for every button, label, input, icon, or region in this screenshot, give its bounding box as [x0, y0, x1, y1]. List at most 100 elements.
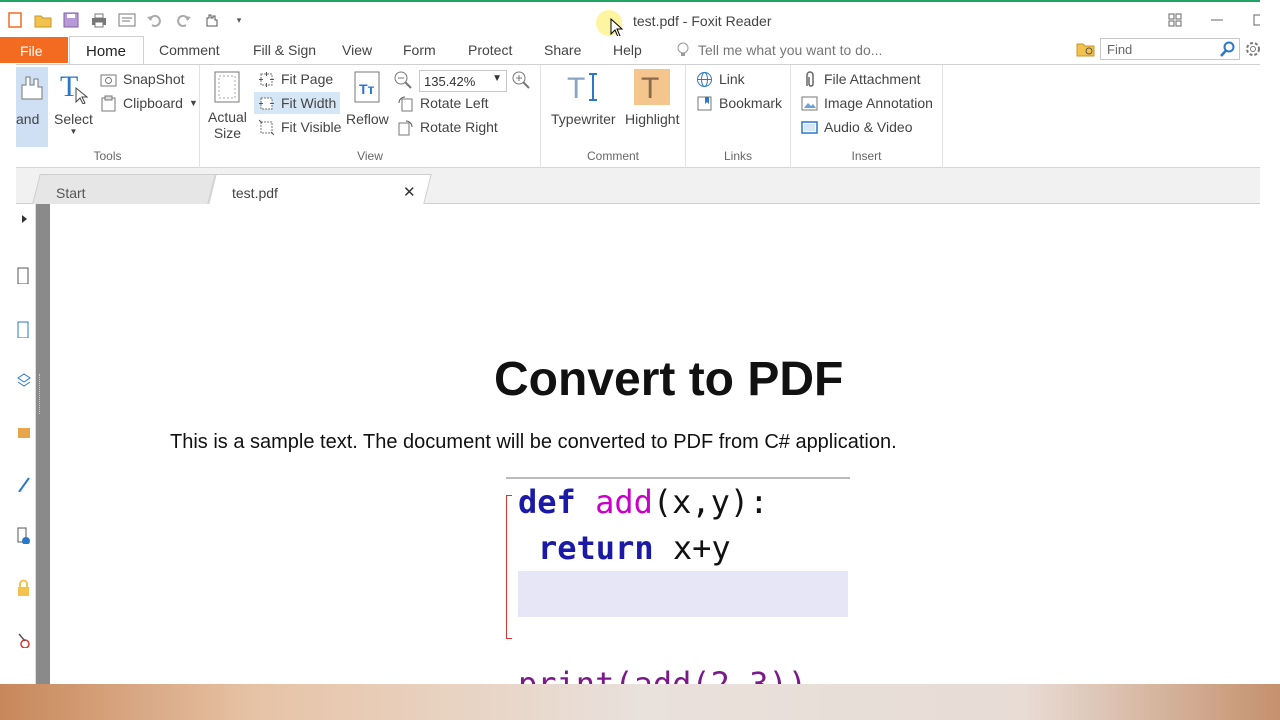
- code-fold-marker: [506, 495, 512, 639]
- zoom-level-select[interactable]: 135.42% ▼: [419, 70, 507, 92]
- file-attachment-button[interactable]: File Attachment: [797, 68, 925, 90]
- links-group: Link Bookmark Links: [686, 65, 791, 169]
- tab-start[interactable]: Start: [32, 174, 216, 204]
- redo-icon[interactable]: [172, 10, 194, 30]
- tab-fill-sign[interactable]: Fill & Sign: [253, 42, 316, 58]
- search-icon[interactable]: [1220, 41, 1236, 57]
- minimize-button[interactable]: [1196, 8, 1238, 32]
- zoom-out-icon[interactable]: [393, 70, 413, 90]
- insert-group-label: Insert: [851, 149, 882, 163]
- expand-panel-icon[interactable]: [17, 212, 31, 230]
- customize-toolbar-icon[interactable]: ▾: [228, 10, 250, 30]
- bookmark-button[interactable]: Bookmark: [692, 92, 786, 114]
- fit-width-button[interactable]: Fit Width: [254, 92, 341, 114]
- tab-share[interactable]: Share: [544, 42, 581, 58]
- rotate-left-button[interactable]: Rotate Left: [393, 92, 493, 114]
- splitter-grip[interactable]: [39, 374, 41, 414]
- rotate-left-label: Rotate Left: [420, 95, 489, 111]
- highlight-button[interactable]: T Highlight: [625, 69, 679, 127]
- file-attachment-label: File Attachment: [824, 71, 921, 87]
- code-function-add: add: [595, 483, 653, 521]
- find-placeholder: Find: [1107, 42, 1133, 57]
- fit-width-label: Fit Width: [281, 95, 337, 111]
- close-tab-icon[interactable]: ✕: [403, 183, 416, 201]
- security-panel-icon[interactable]: [17, 578, 31, 596]
- fit-visible-button[interactable]: Fit Visible: [254, 116, 345, 138]
- attachments-panel-icon[interactable]: [17, 422, 31, 440]
- code-line-3: print(add(2,3)): [518, 665, 807, 684]
- paperclip-icon: [806, 70, 814, 87]
- clipboard-icon: [101, 95, 116, 111]
- panel-splitter[interactable]: [36, 204, 50, 684]
- comments-panel-icon[interactable]: [17, 474, 31, 492]
- hand-tool-quick-icon[interactable]: [200, 10, 222, 30]
- document-page[interactable]: Convert to PDF This is a sample text. Th…: [50, 204, 1260, 684]
- find-folder-icon[interactable]: [1076, 40, 1096, 58]
- view-group-label: View: [357, 149, 383, 163]
- tab-home[interactable]: Home: [69, 36, 144, 65]
- tab-test-pdf[interactable]: test.pdf: [208, 174, 432, 204]
- lightbulb-icon: [677, 42, 689, 56]
- page-thumbnails-icon[interactable]: [17, 266, 31, 284]
- title-bar: ▾ test.pdf - Foxit Reader: [0, 0, 1280, 38]
- tab-protect[interactable]: Protect: [468, 42, 512, 58]
- view-group: Actual Size Fit Page Fit Width Fit Visib…: [200, 65, 541, 169]
- snapshot-button[interactable]: SnapShot: [96, 68, 189, 90]
- select-button[interactable]: T Select ▼: [54, 69, 93, 136]
- comment-group-label: Comment: [586, 149, 639, 163]
- video-icon: [801, 120, 818, 134]
- save-icon[interactable]: [60, 10, 82, 30]
- highlight-icon: T: [641, 72, 659, 104]
- fit-visible-icon: [258, 119, 275, 135]
- tab-comment[interactable]: Comment: [159, 42, 220, 58]
- code-keyword-def: def: [518, 483, 576, 521]
- audio-video-button[interactable]: Audio & Video: [797, 116, 916, 138]
- layers-panel-icon[interactable]: [17, 370, 31, 388]
- fit-page-label: Fit Page: [281, 71, 334, 87]
- fit-page-button[interactable]: Fit Page: [254, 68, 337, 90]
- rotate-right-icon: [398, 120, 413, 135]
- fit-page-icon: [259, 71, 274, 87]
- left-edge: [0, 64, 16, 684]
- quick-access-toolbar: ▾: [4, 10, 250, 30]
- find-input[interactable]: Find: [1100, 38, 1240, 60]
- window-title: test.pdf - Foxit Reader: [633, 13, 772, 29]
- tab-form[interactable]: Form: [403, 42, 436, 58]
- select-dropdown-icon: ▼: [69, 127, 78, 136]
- actual-size-button[interactable]: Actual Size: [208, 69, 247, 141]
- rotate-right-button[interactable]: Rotate Right: [393, 116, 502, 138]
- image-annotation-button[interactable]: Image Annotation: [797, 92, 937, 114]
- tab-test-pdf-label: test.pdf: [232, 185, 278, 201]
- actual-size-label-1: Actual: [208, 109, 247, 125]
- image-icon: [801, 96, 818, 110]
- audio-video-label: Audio & Video: [824, 119, 913, 135]
- document-tabs: Start test.pdf: [16, 168, 1260, 204]
- tell-me-text: Tell me what you want to do...: [698, 42, 883, 58]
- link-button[interactable]: Link: [692, 68, 749, 90]
- tell-me-box[interactable]: Tell me what you want to do...: [676, 42, 882, 58]
- link-label: Link: [719, 71, 745, 87]
- print-icon[interactable]: [88, 10, 110, 30]
- typewriter-icon: T: [567, 72, 598, 104]
- typewriter-button[interactable]: T Typewriter: [551, 69, 616, 127]
- search-panel-icon[interactable]: [17, 630, 31, 648]
- tab-help[interactable]: Help: [613, 42, 642, 58]
- bookmarks-panel-icon[interactable]: [17, 320, 31, 338]
- signatures-panel-icon[interactable]: [17, 526, 31, 544]
- hand-label: and: [16, 111, 40, 127]
- zoom-in-icon[interactable]: [511, 70, 531, 90]
- open-folder-icon[interactable]: [32, 10, 54, 30]
- undo-icon[interactable]: [144, 10, 166, 30]
- clipboard-button[interactable]: Clipboard ▼: [96, 92, 202, 114]
- ribbon-display-options-icon[interactable]: [1154, 8, 1196, 32]
- document-body-text: This is a sample text. The document will…: [170, 431, 897, 453]
- tools-group-label: Tools: [93, 149, 122, 163]
- properties-icon[interactable]: [116, 10, 138, 30]
- hand-button[interactable]: and: [16, 67, 48, 147]
- tab-view[interactable]: View: [342, 42, 372, 58]
- reflow-button[interactable]: Tт Reflow: [346, 69, 389, 127]
- fit-width-icon: [259, 97, 274, 109]
- links-group-label: Links: [723, 149, 752, 163]
- file-menu[interactable]: File: [0, 37, 68, 63]
- image-annotation-label: Image Annotation: [824, 95, 933, 111]
